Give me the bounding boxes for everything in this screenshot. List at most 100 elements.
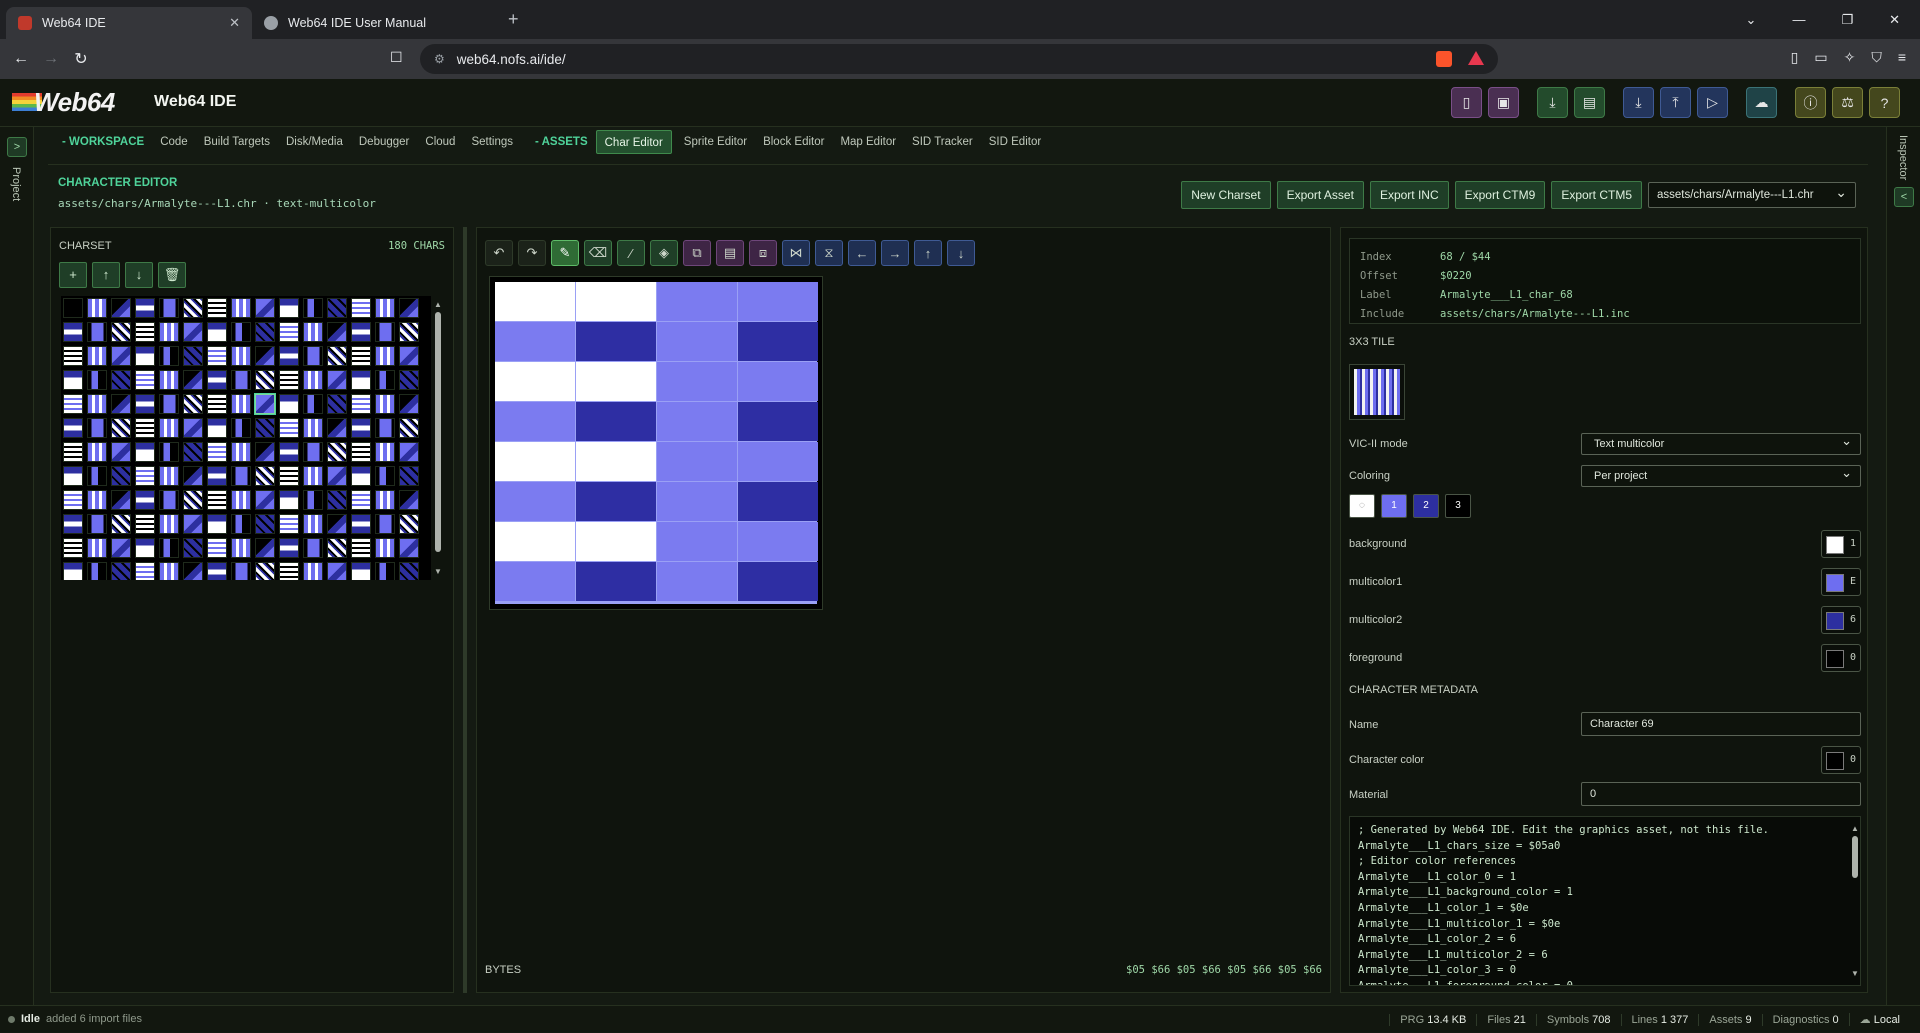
charset-cell[interactable] [399, 562, 419, 580]
pixel-cell[interactable] [495, 322, 575, 361]
charset-cell[interactable] [207, 466, 227, 486]
pixel-cell[interactable] [738, 402, 818, 441]
charset-cell[interactable] [207, 346, 227, 366]
color-slot-3[interactable]: 3 [1445, 494, 1471, 518]
charset-cell[interactable] [87, 346, 107, 366]
browser-tab-user-manual[interactable]: Web64 IDE User Manual [252, 7, 498, 39]
charset-scrollbar[interactable]: ▲ ▼ [434, 300, 442, 576]
charset-cell[interactable] [303, 490, 323, 510]
charset-cell[interactable] [399, 538, 419, 558]
charset-cell[interactable] [279, 490, 299, 510]
charset-cell[interactable] [135, 394, 155, 414]
export-button[interactable]: ⤒ [1660, 87, 1691, 118]
charset-cell[interactable] [63, 466, 83, 486]
move-char-down-button[interactable]: ↓ [125, 262, 153, 288]
charset-cell[interactable] [279, 418, 299, 438]
menu-map-editor[interactable]: Map Editor [832, 130, 904, 154]
pixel-cell[interactable] [657, 562, 737, 601]
charset-cell[interactable] [207, 442, 227, 462]
charset-cell[interactable] [87, 466, 107, 486]
pixel-cell[interactable] [495, 522, 575, 561]
status-diagnostics[interactable]: Diagnostics 0 [1761, 1013, 1849, 1026]
pixel-cell[interactable] [657, 362, 737, 401]
charset-cell[interactable] [399, 418, 419, 438]
flip-horizontal-icon[interactable]: ⋈ [782, 240, 810, 266]
charset-cell[interactable] [327, 514, 347, 534]
charset-cell[interactable] [399, 394, 419, 414]
paste-icon[interactable]: ▤ [716, 240, 744, 266]
menu-sid-tracker[interactable]: SID Tracker [904, 130, 981, 154]
export-inc-button[interactable]: Export INC [1369, 181, 1449, 209]
charset-cell[interactable] [303, 538, 323, 558]
charset-cell[interactable] [135, 298, 155, 318]
pixel-cell[interactable] [657, 402, 737, 441]
charset-cell[interactable] [255, 514, 275, 534]
charset-cell[interactable] [279, 562, 299, 580]
charset-cell[interactable] [183, 442, 203, 462]
pixel-cell[interactable] [495, 362, 575, 401]
multicolor2-color-picker[interactable]: 6 [1821, 606, 1861, 634]
sidebar-icon[interactable]: ▯ [1791, 49, 1799, 66]
minimize-icon[interactable]: — [1792, 12, 1805, 27]
expand-project-button[interactable]: > [7, 137, 27, 157]
charset-cell[interactable] [255, 562, 275, 580]
pixel-cell[interactable] [738, 482, 818, 521]
add-char-button[interactable]: + [59, 262, 87, 288]
charset-cell[interactable] [279, 322, 299, 342]
pixel-cell[interactable] [738, 522, 818, 561]
charset-cell[interactable] [351, 418, 371, 438]
save-disk-button[interactable]: ▤ [1574, 87, 1605, 118]
charset-cell[interactable] [183, 490, 203, 510]
charset-cell[interactable] [303, 394, 323, 414]
pixel-cell[interactable] [576, 362, 656, 401]
charset-cell[interactable] [159, 442, 179, 462]
tile-preview[interactable] [1349, 364, 1405, 420]
charset-cell[interactable] [375, 466, 395, 486]
charset-cell[interactable] [255, 442, 275, 462]
charset-cell[interactable] [135, 562, 155, 580]
charset-cell[interactable] [327, 370, 347, 390]
pixel-cell[interactable] [657, 322, 737, 361]
charset-cell[interactable] [87, 418, 107, 438]
charset-cell[interactable] [375, 394, 395, 414]
material-input[interactable]: 0 [1581, 782, 1861, 806]
menu-block-editor[interactable]: Block Editor [755, 130, 832, 154]
info-button[interactable]: ⓘ [1795, 87, 1826, 118]
new-tab-icon[interactable]: + [508, 9, 519, 30]
charset-cell[interactable] [231, 370, 251, 390]
delete-char-button[interactable]: 🗑 [158, 262, 186, 288]
run-button[interactable]: ▷ [1697, 87, 1728, 118]
charset-cell[interactable] [63, 538, 83, 558]
flip-vertical-icon[interactable]: ⧖ [815, 240, 843, 266]
charset-cell[interactable] [327, 298, 347, 318]
project-rail-label[interactable]: Project [10, 167, 22, 201]
coloring-select[interactable]: Per project [1581, 463, 1861, 487]
charset-cell[interactable] [231, 322, 251, 342]
new-file-button[interactable]: ▯ [1451, 87, 1482, 118]
pixel-cell[interactable] [576, 442, 656, 481]
cloud-button[interactable]: ☁ [1746, 87, 1777, 118]
charset-cell[interactable] [159, 370, 179, 390]
charset-cell[interactable] [87, 490, 107, 510]
charset-cell[interactable] [351, 514, 371, 534]
charset-cell[interactable] [111, 322, 131, 342]
menu-code[interactable]: Code [152, 130, 196, 154]
pixel-cell[interactable] [576, 322, 656, 361]
charset-cell[interactable] [279, 538, 299, 558]
pixel-cell[interactable] [495, 442, 575, 481]
status-storage[interactable]: ☁ Local [1848, 1013, 1910, 1026]
charset-cell[interactable] [255, 298, 275, 318]
charset-cell[interactable] [63, 370, 83, 390]
charset-cell[interactable] [327, 562, 347, 580]
charset-cell[interactable] [111, 490, 131, 510]
charset-cell[interactable] [111, 562, 131, 580]
charset-cell[interactable] [63, 514, 83, 534]
pixel-cell[interactable] [576, 562, 656, 601]
charset-cell[interactable] [231, 442, 251, 462]
pixel-grid[interactable] [495, 282, 818, 604]
undo-icon[interactable]: ↶ [485, 240, 513, 266]
charset-cell[interactable] [183, 394, 203, 414]
charset-cell[interactable] [279, 466, 299, 486]
license-button[interactable]: ⚖ [1832, 87, 1863, 118]
charset-file-select[interactable]: assets/chars/Armalyte---L1.chr [1648, 180, 1856, 208]
